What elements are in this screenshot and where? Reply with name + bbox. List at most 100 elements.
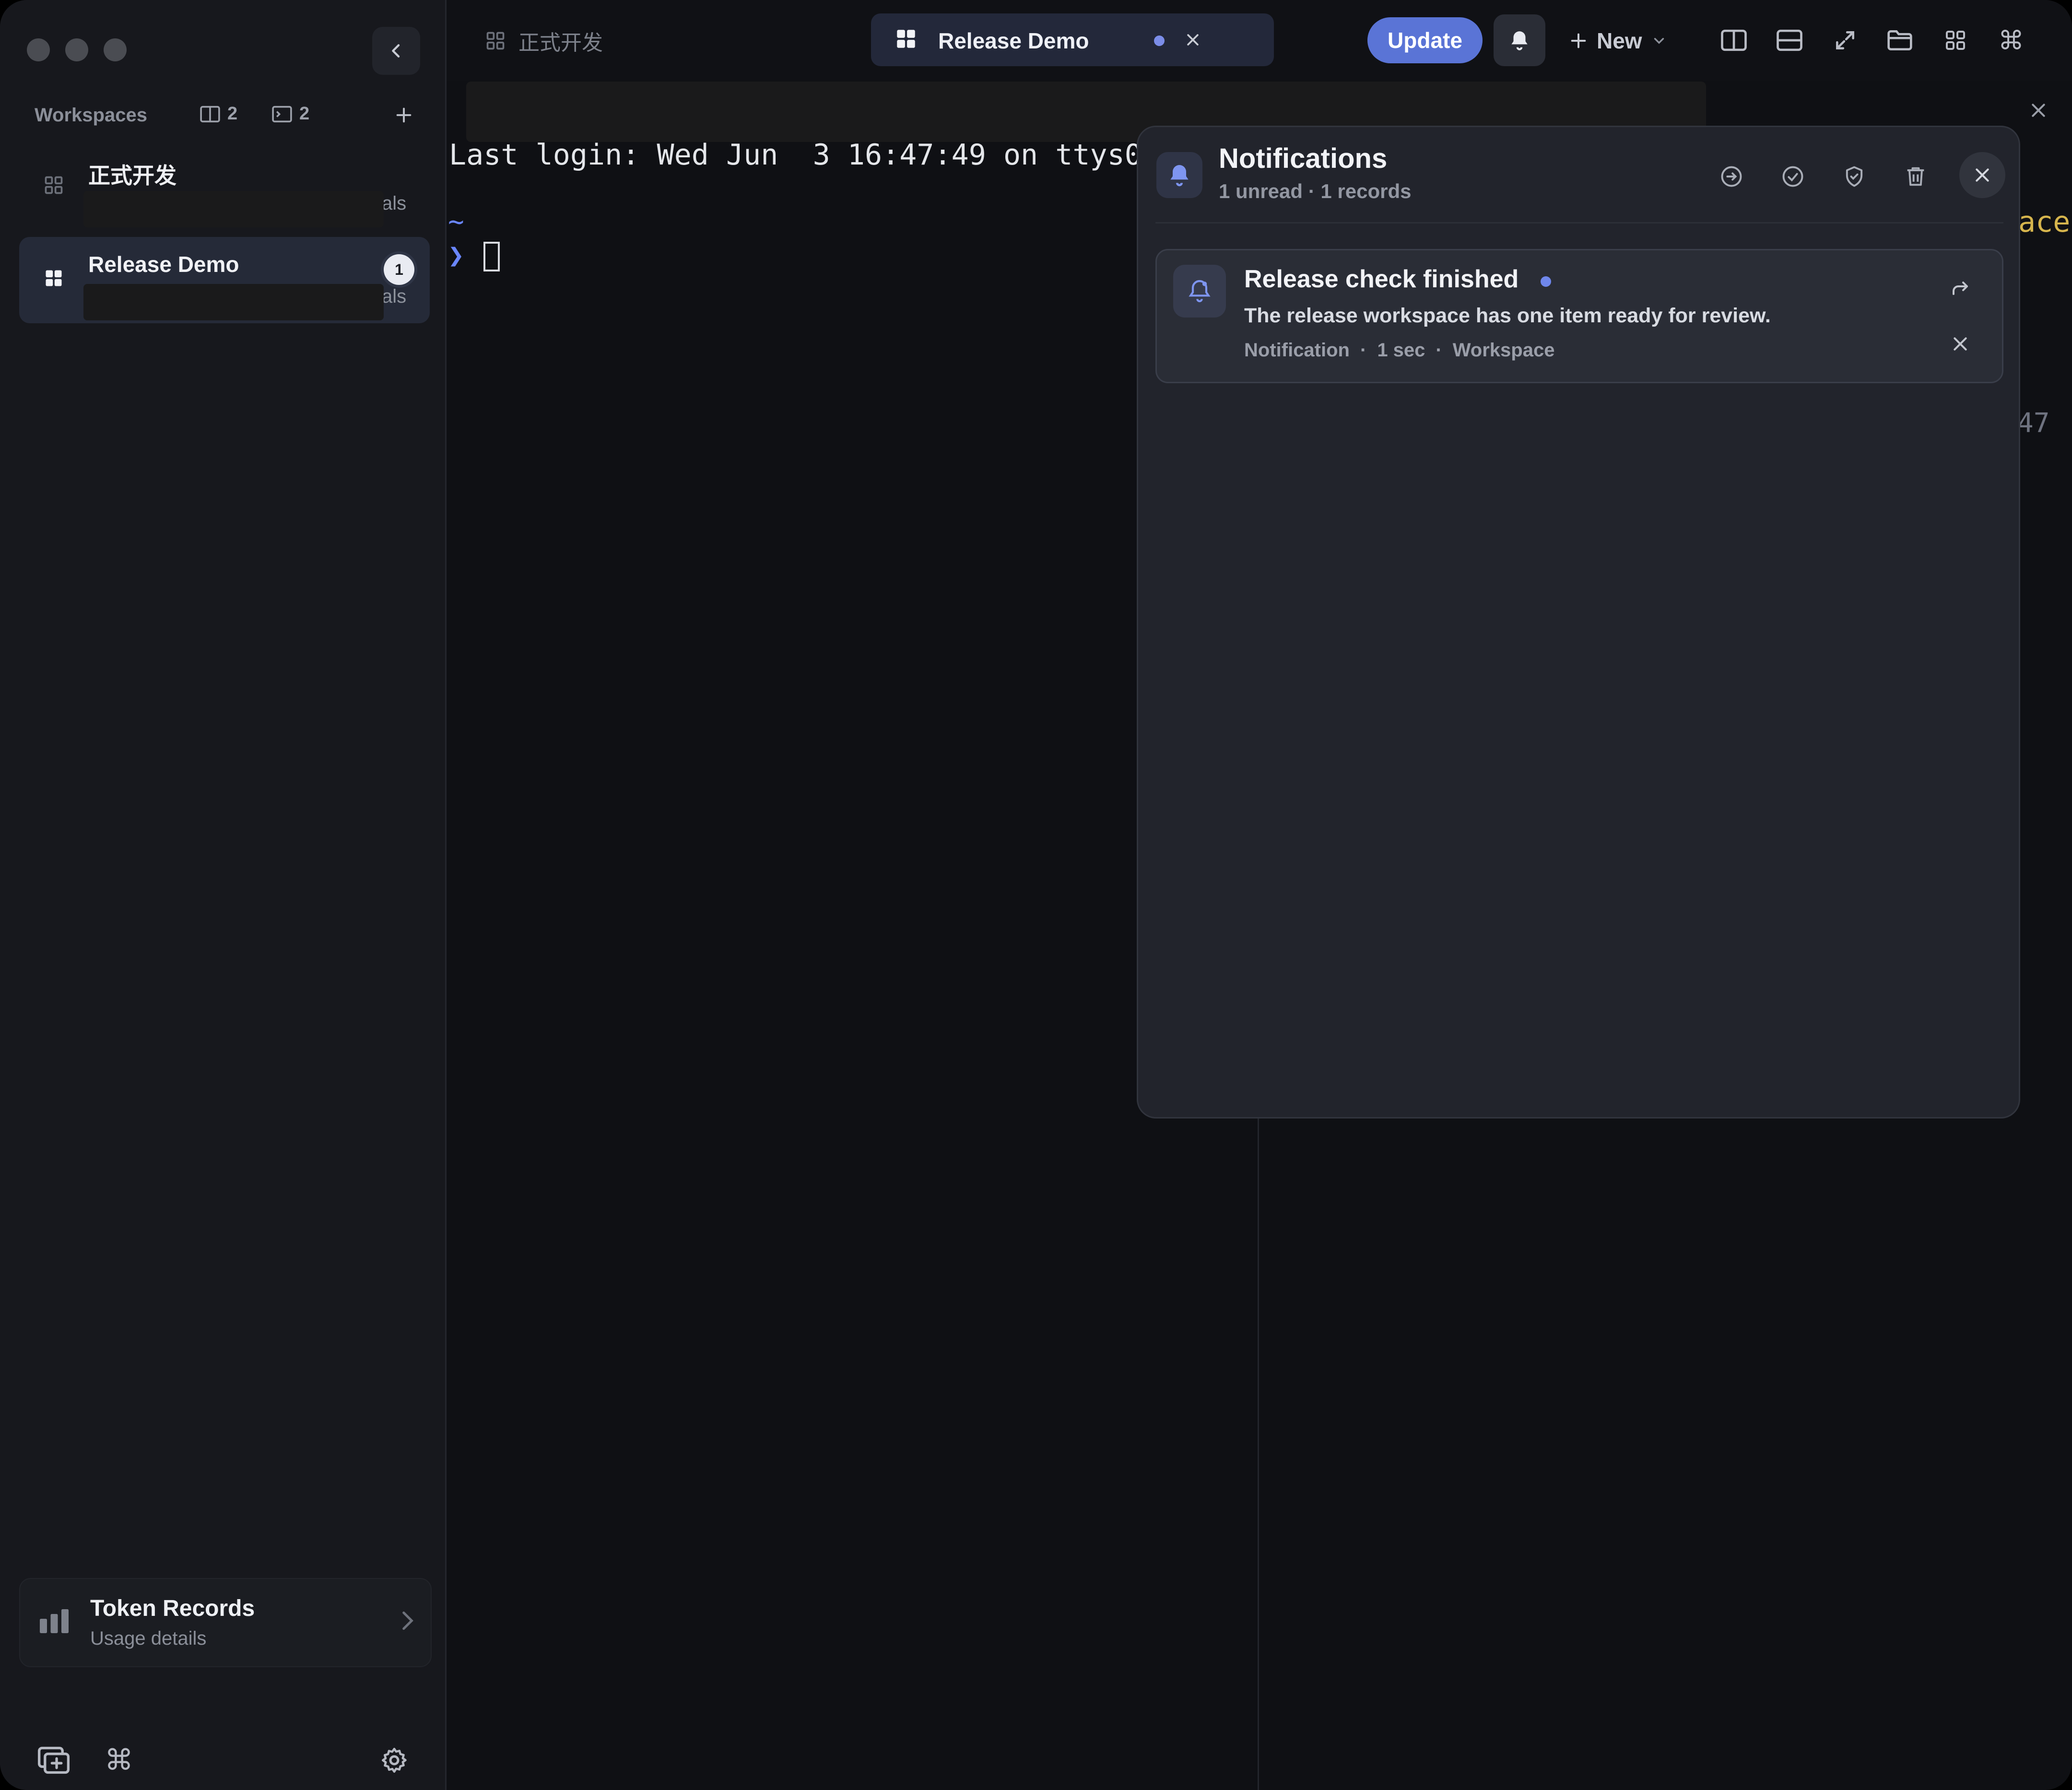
bell-icon — [1511, 31, 1528, 50]
tab-release-demo[interactable]: Release Demo — [871, 13, 1274, 66]
notification-source: Workspace — [1452, 340, 1555, 361]
workspace-name: 正式开发 — [88, 163, 177, 188]
close-icon — [1954, 337, 1967, 351]
terminal-output-fragment: ace — [2018, 205, 2071, 239]
layout-grid-button[interactable] — [1936, 21, 1975, 59]
grid-icon — [486, 32, 505, 50]
panes-count: 2 — [200, 104, 237, 124]
chevron-left-icon — [392, 44, 400, 58]
grid-filled-icon — [39, 264, 68, 293]
update-button[interactable]: Update — [1367, 17, 1483, 63]
clear-all-button[interactable] — [1894, 155, 1937, 198]
command-icon: ⌘ — [105, 1743, 133, 1777]
chevron-down-icon — [1654, 38, 1664, 44]
shield-button[interactable] — [1833, 155, 1876, 198]
new-dropdown-button[interactable]: New — [1569, 19, 1667, 62]
split-horizontal-icon — [1777, 29, 1802, 51]
arrow-circle-icon — [1721, 166, 1742, 187]
sidebar: Workspaces 2 2 正式开发 als Release Demo 1 a… — [0, 0, 447, 1790]
redacted-block — [83, 191, 384, 227]
notifications-summary: 1 unread · 1 records — [1219, 180, 1412, 202]
command-icon: ⌘ — [1998, 25, 2024, 56]
gear-icon — [382, 1748, 407, 1773]
plus-icon — [396, 107, 412, 123]
divider — [1155, 222, 2003, 224]
terminal-output-fragment: 47 — [2017, 408, 2050, 439]
dismiss-notification-button[interactable] — [1943, 327, 1977, 361]
notification-time: 1 sec — [1377, 340, 1425, 361]
terminal-cwd: ~ — [448, 206, 464, 237]
workspace-item[interactable]: 正式开发 als — [19, 144, 430, 230]
close-pane-button[interactable] — [2024, 96, 2053, 125]
top-bar: 正式开发 Release Demo Update New ⌘ — [447, 0, 2072, 81]
add-workspace-button[interactable] — [389, 101, 418, 130]
tab-label: 正式开发 — [518, 31, 603, 55]
close-icon — [1187, 34, 1199, 46]
notification-title: Release check finished — [1244, 265, 1519, 293]
folder-icon — [1887, 30, 1912, 50]
new-window-button[interactable] — [35, 1741, 73, 1779]
open-folder-button[interactable] — [1881, 21, 1919, 59]
workspace-item-active[interactable]: Release Demo 1 als — [19, 237, 430, 323]
expand-icon — [1836, 31, 1854, 49]
unread-dot — [1541, 276, 1551, 287]
command-palette-button[interactable]: ⌘ — [100, 1741, 138, 1779]
jump-to-button[interactable] — [1710, 155, 1753, 198]
notifications-button[interactable] — [1494, 14, 1545, 66]
close-tab-button[interactable] — [1181, 28, 1205, 52]
workspace-detail: als — [382, 193, 407, 214]
terminal-last-login: Last login: Wed Jun 3 16:47:49 on ttys0 — [449, 138, 1142, 172]
bell-icon — [1156, 152, 1202, 198]
split-horizontal-button[interactable] — [1770, 21, 1809, 59]
terminal-cursor[interactable] — [483, 242, 500, 271]
bell-alert-icon — [1173, 265, 1226, 318]
notifications-title: Notifications — [1219, 143, 1388, 174]
grid-filled-icon — [894, 27, 918, 53]
workspaces-header: Workspaces 2 2 — [35, 101, 418, 130]
workspaces-label: Workspaces — [35, 105, 147, 126]
separator-dot: · — [1360, 340, 1367, 361]
check-circle-icon — [1782, 166, 1803, 187]
app-window: Workspaces 2 2 正式开发 als Release Demo 1 a… — [0, 0, 2072, 1790]
tab-workspace-1[interactable]: 正式开发 — [485, 19, 603, 62]
notifications-panel: Notifications 1 unread · 1 records Relea… — [1137, 126, 2020, 1119]
expand-button[interactable] — [1826, 21, 1864, 59]
split-vertical-button[interactable] — [1715, 21, 1753, 59]
plus-icon — [1571, 33, 1586, 48]
terminal-icon — [272, 106, 292, 122]
close-panel-button[interactable] — [1959, 152, 2005, 198]
trash-icon — [1907, 167, 1924, 186]
shield-check-icon — [1846, 166, 1863, 187]
unread-badge: 1 — [384, 254, 414, 285]
split-pane-icon — [200, 106, 220, 122]
command-button[interactable]: ⌘ — [1992, 21, 2030, 59]
mark-all-read-button[interactable] — [1771, 155, 1814, 198]
token-records-title: Token Records — [90, 1596, 255, 1621]
forward-arrow-icon — [1953, 282, 1968, 295]
workspace-name: Release Demo — [88, 252, 239, 277]
bar-chart-icon — [37, 1607, 71, 1638]
zoom-window-button[interactable] — [104, 38, 127, 61]
token-records-card[interactable]: Token Records Usage details — [19, 1578, 432, 1667]
settings-button[interactable] — [375, 1741, 413, 1779]
split-vertical-icon — [1721, 29, 1747, 51]
notification-meta: Notification · 1 sec · Workspace — [1244, 340, 1554, 361]
redacted-block — [83, 284, 384, 320]
notification-type: Notification — [1244, 340, 1350, 361]
tab-label: Release Demo — [938, 28, 1089, 53]
open-notification-button[interactable] — [1943, 271, 1977, 305]
notification-item[interactable]: Release check finished The release works… — [1155, 249, 2003, 383]
close-icon — [2032, 104, 2045, 117]
collapse-sidebar-button[interactable] — [372, 27, 420, 75]
grid-icon — [1946, 31, 1965, 50]
terminal-prompt: ❯ — [448, 240, 464, 271]
pane-divider[interactable] — [1258, 1103, 1259, 1790]
close-icon — [1976, 168, 1989, 182]
chevron-right-icon — [399, 1609, 416, 1635]
close-window-button[interactable] — [27, 38, 50, 61]
token-records-subtitle: Usage details — [90, 1628, 207, 1649]
new-label: New — [1597, 28, 1642, 53]
new-window-icon — [37, 1746, 70, 1774]
unsaved-dot — [1154, 35, 1165, 46]
minimize-window-button[interactable] — [65, 38, 88, 61]
